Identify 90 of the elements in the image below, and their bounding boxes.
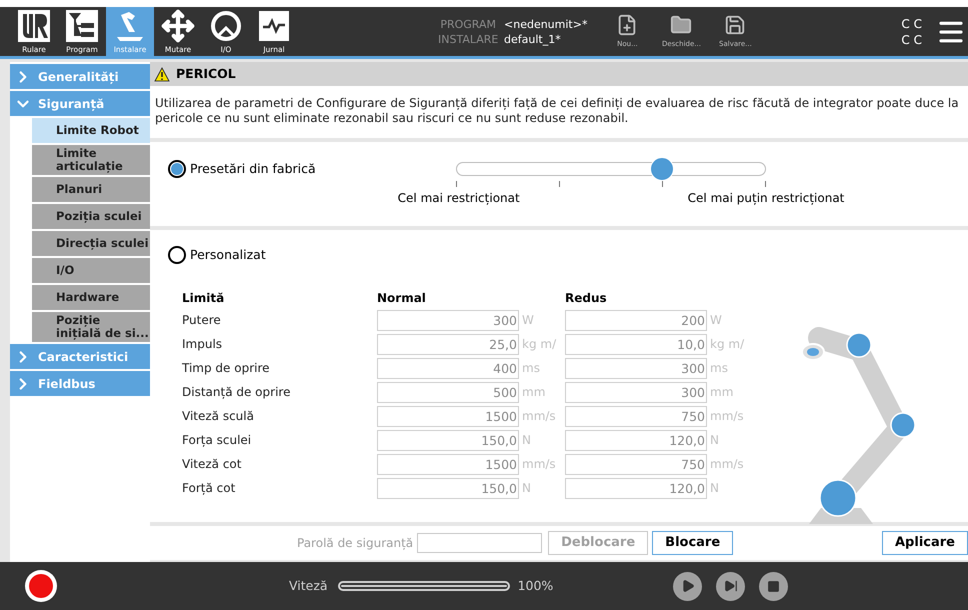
warning-title: PERICOL — [176, 64, 236, 83]
reduced-value-field[interactable]: 120,0 — [565, 478, 707, 499]
reduced-value-field[interactable]: 300 — [565, 358, 707, 379]
file-name: default_1* — [504, 32, 561, 46]
limit-name: Viteză cot — [182, 456, 242, 474]
limit-name: Timp de oprire — [182, 360, 271, 378]
unit-label: N — [521, 432, 532, 450]
play-icon — [680, 579, 695, 593]
speed-slider[interactable] — [338, 581, 510, 591]
step-icon — [724, 579, 738, 593]
apply-button[interactable]: Aplicare — [882, 531, 968, 555]
unit-label: N — [709, 480, 720, 498]
slider-min-label: Cel mai restricționat — [398, 190, 520, 207]
sidebar-section[interactable]: Siguranță — [10, 91, 150, 116]
sidebar-item[interactable]: Limite articulație — [32, 145, 150, 175]
file-name: <nedenumit>* — [504, 16, 588, 32]
unit-label: W — [521, 312, 535, 330]
unit-label: W — [709, 312, 723, 330]
normal-value-field[interactable]: 25,0 — [377, 334, 519, 355]
reduced-value-field[interactable]: 750 — [565, 454, 707, 475]
sidebar-item[interactable]: I/O — [32, 258, 150, 283]
normal-value-field[interactable]: 300 — [377, 310, 519, 331]
normal-value-field[interactable]: 1500 — [377, 454, 519, 475]
sidebar-item[interactable]: Poziția sculei — [32, 204, 150, 229]
column-header: Normal — [377, 290, 427, 307]
folder-icon — [670, 14, 692, 36]
limit-name: Viteză sculă — [182, 408, 255, 426]
normal-value-field[interactable]: 500 — [377, 382, 519, 403]
speed-label: Viteză — [289, 576, 328, 595]
io-circle-icon — [209, 9, 243, 43]
unit-label: mm/s — [709, 408, 745, 426]
limit-name: Impuls — [182, 336, 224, 354]
unit-label: kg m/ — [521, 336, 558, 354]
slider-max-label: Cel mai puțin restricționat — [688, 190, 844, 207]
unit-label: ms — [709, 360, 729, 378]
password-label: Parolă de siguranță — [297, 535, 414, 552]
sidebar-item[interactable]: Direcția sculei — [32, 231, 150, 256]
unit-label: mm — [709, 384, 734, 402]
unit-label: mm/s — [521, 456, 557, 474]
reduced-value-field[interactable]: 300 — [565, 382, 707, 403]
sidebar-section[interactable]: Caracteristici — [10, 344, 150, 369]
radio-button[interactable] — [168, 246, 186, 264]
radio-label: Presetări din fabrică — [190, 160, 316, 178]
sidebar-item[interactable]: Limite Robot — [32, 118, 150, 143]
lock-button[interactable]: Blocare — [652, 531, 734, 555]
limit-name: Forța sculei — [182, 432, 252, 450]
normal-value-field[interactable]: 150,0 — [377, 430, 519, 451]
sidebar-section[interactable]: Fieldbus — [10, 371, 150, 396]
speed-value: 100% — [518, 576, 554, 595]
stop-icon — [767, 580, 780, 592]
limit-name: Forță cot — [182, 480, 236, 498]
move-arrows-icon — [161, 9, 195, 43]
stop-button[interactable] — [759, 572, 788, 600]
column-header: Limită — [182, 290, 226, 307]
normal-value-field[interactable]: 400 — [377, 358, 519, 379]
status-letters: C C — [901, 16, 922, 32]
file-label: INSTALARE — [438, 32, 496, 46]
limit-name: Distanță de oprire — [182, 384, 292, 402]
sidebar-item[interactable]: Poziție inițială de si... — [32, 312, 150, 342]
new-file-icon — [616, 14, 638, 36]
warning-icon — [154, 66, 170, 82]
normal-value-field[interactable]: 1500 — [377, 406, 519, 427]
unit-label: ms — [521, 360, 541, 378]
file-label: PROGRAM — [439, 16, 496, 32]
reduced-value-field[interactable]: 200 — [565, 310, 707, 331]
unit-label: mm/s — [709, 456, 745, 474]
limit-name: Putere — [182, 312, 222, 330]
unit-label: N — [709, 432, 720, 450]
unit-label: mm/s — [521, 408, 557, 426]
radio-button[interactable] — [168, 160, 186, 178]
sidebar-section[interactable]: Generalități — [10, 64, 150, 89]
unit-label: mm — [521, 384, 546, 402]
unit-label: N — [521, 480, 532, 498]
normal-value-field[interactable]: 150,0 — [377, 478, 519, 499]
slider-thumb[interactable] — [650, 157, 674, 181]
save-icon — [724, 14, 746, 36]
play-button[interactable] — [673, 572, 702, 600]
reduced-value-field[interactable]: 120,0 — [565, 430, 707, 451]
record-icon[interactable] — [25, 570, 57, 602]
step-button[interactable] — [716, 572, 746, 600]
sidebar-item[interactable]: Hardware — [32, 285, 150, 310]
reduced-value-field[interactable]: 10,0 — [565, 334, 707, 355]
radio-label: Personalizat — [190, 246, 266, 264]
sidebar-item[interactable]: Planuri — [32, 177, 150, 202]
reduced-value-field[interactable]: 750 — [565, 406, 707, 427]
column-header: Redus — [565, 290, 608, 307]
status-letters: C C — [901, 32, 922, 48]
warning-text: Utilizarea de parametri de Configurare de Siguranță diferiți față de cei definiți de evaluarea de risc făcută de integrator poate duce la pericole ce nu sunt eliminate rezonabil sau riscuri ce nu sunt reduse rezonabil. — [154, 95, 960, 127]
password-field[interactable] — [417, 533, 542, 553]
unit-label: kg m/ — [709, 336, 746, 354]
